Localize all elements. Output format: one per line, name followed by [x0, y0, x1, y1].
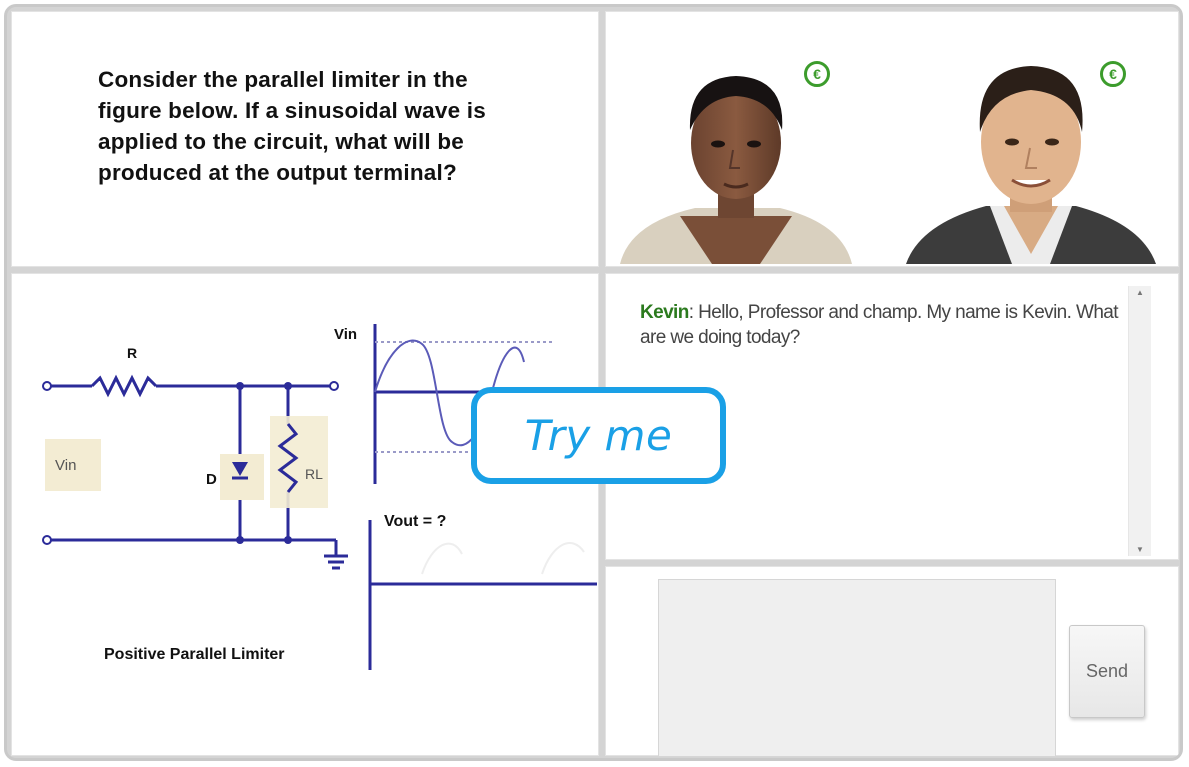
input-terminal-top: [42, 381, 52, 391]
vin-axis-label: Vin: [334, 326, 357, 343]
load-label: RL: [305, 466, 323, 482]
chat-speaker-name: Kevin: [640, 302, 689, 323]
scroll-up-arrow-icon[interactable]: ▲: [1136, 288, 1144, 297]
send-button[interactable]: Send: [1069, 625, 1145, 718]
vin-box-label: Vin: [55, 457, 76, 474]
speaker-icon-right[interactable]: €: [1100, 61, 1126, 87]
output-terminal: [329, 381, 339, 391]
figure-caption: Positive Parallel Limiter: [104, 646, 285, 663]
try-me-button[interactable]: Try me: [471, 387, 726, 484]
scroll-down-arrow-icon[interactable]: ▼: [1136, 545, 1144, 554]
load-label-box: [270, 416, 328, 508]
chat-message: Kevin: Hello, Professor and champ. My na…: [640, 300, 1130, 350]
avatar-professor: [620, 76, 852, 264]
question-text: Consider the parallel limiter in the fig…: [98, 67, 486, 185]
speaker-icon-left[interactable]: €: [804, 61, 830, 87]
app-window: Consider the parallel limiter in the fig…: [4, 4, 1183, 761]
resistor-label: R: [127, 345, 137, 361]
question-panel: Consider the parallel limiter in the fig…: [11, 11, 599, 267]
chat-scrollbar[interactable]: ▲ ▼: [1128, 286, 1151, 556]
avatars-panel: € €: [605, 11, 1179, 267]
chat-message-text: : Hello, Professor and champ. My name is…: [640, 302, 1119, 348]
input-terminal-bottom: [42, 535, 52, 545]
circuit-diagram: R Vin D RL Vin Vout = ? Positive Paralle…: [42, 324, 600, 670]
figure-panel: R Vin D RL Vin Vout = ? Positive Paralle…: [11, 273, 600, 756]
input-panel: Send: [605, 566, 1179, 757]
chat-input[interactable]: [658, 579, 1056, 757]
diode-label: D: [206, 471, 217, 488]
resistor-symbol: [90, 374, 158, 398]
vout-axis-label: Vout = ?: [384, 513, 446, 530]
